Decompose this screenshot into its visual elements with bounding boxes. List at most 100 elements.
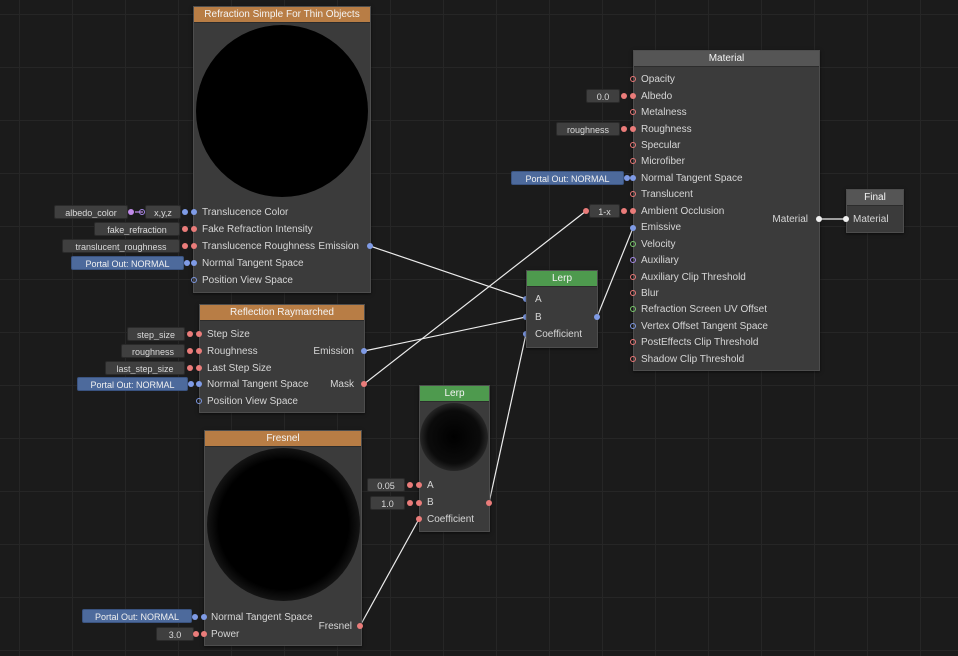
input-port-normal[interactable] [630,175,636,181]
input-port-power[interactable] [201,631,207,637]
albedo-color-chip[interactable]: albedo_color [54,205,128,219]
input-port-auxiliary[interactable] [630,257,636,263]
step-size-port[interactable] [187,331,193,337]
output-port-material[interactable] [816,216,822,222]
fake-refraction-chip[interactable]: fake_refraction [94,222,180,236]
input-port-last-step-size[interactable] [196,365,202,371]
input-port-blur[interactable] [630,290,636,296]
input-label: Normal Tangent Space [207,379,309,390]
portal-out-chip[interactable]: Portal Out: NORMAL [511,171,624,185]
lerp-b-port[interactable] [407,500,413,506]
node-refraction[interactable]: Refraction Simple For Thin Objects Trans… [193,6,371,293]
input-port-ambient-occlusion[interactable] [630,208,636,214]
node-reflection[interactable]: Reflection Raymarched Step Size Roughnes… [199,304,365,413]
roughness-port[interactable] [621,126,627,132]
input-port-a[interactable] [416,482,422,488]
input-port-translucent[interactable] [630,191,636,197]
input-port-metalness[interactable] [630,109,636,115]
portal-out-port[interactable] [188,381,194,387]
input-port-normal[interactable] [191,260,197,266]
input-port-step-size[interactable] [196,331,202,337]
node-material[interactable]: Material Opacity Albedo Metalness Roughn… [633,50,820,371]
step-size-chip[interactable]: step_size [127,327,185,341]
albedo-value-chip[interactable]: 0.0 [586,89,620,103]
input-port-microfiber[interactable] [630,158,636,164]
input-port-coefficient[interactable] [416,516,422,522]
input-port-posteffects-clip[interactable] [630,339,636,345]
last-step-size-port[interactable] [187,365,193,371]
roughness-chip[interactable]: roughness [121,344,185,358]
input-port-roughness[interactable] [630,126,636,132]
last-step-size-chip[interactable]: last_step_size [105,361,185,375]
output-port-mask[interactable] [361,381,367,387]
albedo-value-port[interactable] [621,93,627,99]
lerp-a-chip[interactable]: 0.05 [367,478,405,492]
fake-refraction-port[interactable] [182,226,188,232]
input-port-translucence-color[interactable] [191,209,197,215]
input-port-refraction-uv[interactable] [630,306,636,312]
input-port-vertex-offset[interactable] [630,323,636,329]
portal-out-chip[interactable]: Portal Out: NORMAL [77,377,188,391]
input-label: Translucence Color [202,207,289,218]
input-port-translucence-roughness[interactable] [191,243,197,249]
portal-out-chip[interactable]: Portal Out: NORMAL [82,609,192,623]
output-port-emission[interactable] [361,348,367,354]
input-port-b[interactable] [416,500,422,506]
input-port-opacity[interactable] [630,76,636,82]
node-title[interactable]: Fresnel [205,431,361,447]
portal-out-port[interactable] [624,175,630,181]
input-port-aux-clip[interactable] [630,274,636,280]
node-title[interactable]: Final [847,190,903,206]
wire-lerp-top-to-emissive [596,227,634,318]
input-port-albedo[interactable] [630,93,636,99]
one-minus-x-out-port[interactable] [621,208,627,214]
node-title[interactable]: Lerp [420,386,489,402]
input-port-specular[interactable] [630,142,636,148]
lerp-b-chip[interactable]: 1.0 [370,496,405,510]
power-value-chip[interactable]: 3.0 [156,627,194,641]
node-fresnel[interactable]: Fresnel Normal Tangent Space Power Fresn… [204,430,362,646]
xyz-out-port[interactable] [182,209,188,215]
input-label: A [535,294,542,305]
input-label: Refraction Screen UV Offset [641,304,767,315]
portal-out-port[interactable] [192,614,198,620]
node-title[interactable]: Reflection Raymarched [200,305,364,321]
input-label: A [427,480,434,491]
input-port-emissive[interactable] [630,225,636,231]
node-title[interactable]: Refraction Simple For Thin Objects [194,7,370,23]
roughness-port[interactable] [187,348,193,354]
portal-out-chip[interactable]: Portal Out: NORMAL [71,256,184,270]
input-port-shadow-clip[interactable] [630,356,636,362]
input-port-material[interactable] [843,216,849,222]
portal-out-port[interactable] [184,260,190,266]
input-label: Emissive [641,222,682,233]
output-port[interactable] [486,500,492,506]
input-port-fake-refraction[interactable] [191,226,197,232]
input-port-position[interactable] [196,398,202,404]
node-title[interactable]: Lerp [527,271,597,287]
xyz-chip[interactable]: x,y,z [145,205,181,219]
one-minus-x-chip[interactable]: 1-x [589,204,620,218]
input-port-velocity[interactable] [630,241,636,247]
input-port-position[interactable] [191,277,197,283]
output-label: Emission [313,346,354,357]
input-port-normal[interactable] [201,614,207,620]
node-final[interactable]: Final Material [846,189,904,233]
node-title[interactable]: Material [634,51,819,67]
input-port-normal[interactable] [196,381,202,387]
output-port[interactable] [594,314,600,320]
input-label: Auxiliary Clip Threshold [641,272,746,283]
albedo-color-port[interactable] [128,209,134,215]
output-port-fresnel[interactable] [357,623,363,629]
wire-fresnel-to-lerp-bottom-coefficient [359,518,420,627]
node-lerp-bottom[interactable]: Lerp A B Coefficient [419,385,490,532]
node-lerp-top[interactable]: Lerp A B Coefficient [526,270,598,348]
input-port-roughness[interactable] [196,348,202,354]
power-value-port[interactable] [193,631,199,637]
roughness-chip[interactable]: roughness [556,122,620,136]
translucent-roughness-port[interactable] [182,243,188,249]
translucent-roughness-chip[interactable]: translucent_roughness [62,239,180,253]
lerp-a-port[interactable] [407,482,413,488]
output-port-emission[interactable] [367,243,373,249]
input-label: Shadow Clip Threshold [641,354,745,365]
